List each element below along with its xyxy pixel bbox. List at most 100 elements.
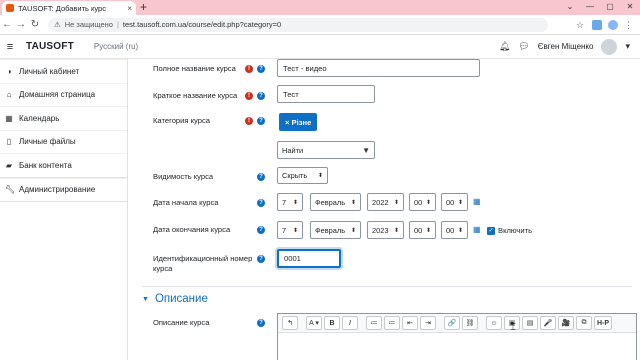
sidebar-item-dashboard[interactable]: ◑ Личный кабинет xyxy=(0,59,127,83)
category-search-select[interactable]: Найти ▼ xyxy=(277,141,375,159)
italic-icon[interactable]: I xyxy=(342,316,358,330)
messages-icon[interactable]: 💬︎ xyxy=(518,41,529,52)
bold-icon[interactable]: B xyxy=(324,316,340,330)
window-controls: ⌄ — ▢ ✕ xyxy=(560,0,640,14)
enddate-minute-select[interactable]: 00 ⬍ xyxy=(441,221,468,239)
sidebar-item-label: Банк контента xyxy=(19,160,72,170)
sidebar-item-calendar[interactable]: ▦ Календарь xyxy=(0,106,127,130)
extension-icon[interactable] xyxy=(592,19,602,30)
new-tab-button[interactable]: + xyxy=(140,1,147,14)
browser-menu-icon[interactable]: ⋮ xyxy=(624,20,634,30)
menu-hamburger-icon[interactable]: ≡ xyxy=(0,41,20,53)
enddate-hour-select[interactable]: 00 ⬍ xyxy=(409,221,436,239)
manage-files-icon[interactable]: ⧉ xyxy=(576,316,592,330)
enddate-year-select[interactable]: 2023 ⬍ xyxy=(367,221,404,239)
user-name[interactable]: Євген Міщенко xyxy=(538,42,594,51)
shortname-input[interactable]: Тест xyxy=(277,85,375,103)
enddate-hour: 00 xyxy=(414,225,423,235)
startdate-month: Февраль xyxy=(315,197,346,207)
select-caret-icon: ⬍ xyxy=(457,199,463,206)
emoji-icon[interactable]: ☺ xyxy=(486,316,502,330)
reload-icon[interactable]: ↻ xyxy=(28,19,42,30)
outdent-icon[interactable]: ⇤ xyxy=(402,316,418,330)
address-field[interactable]: ⚠ Не защищено | test.tausoft.com.ua/cour… xyxy=(48,17,548,32)
avatar[interactable] xyxy=(601,38,618,55)
maximize-icon[interactable]: ▢ xyxy=(600,0,620,14)
profile-icon[interactable] xyxy=(608,19,618,30)
browser-actions: ☆ ⋮ xyxy=(576,19,640,30)
help-icon[interactable]: ? xyxy=(257,65,265,73)
help-icon[interactable]: ? xyxy=(257,226,265,234)
visibility-value: Скрыть xyxy=(282,171,308,180)
media-icon[interactable]: ▤ xyxy=(522,316,538,330)
unordered-list-icon[interactable]: ≔ xyxy=(366,316,382,330)
record-audio-icon[interactable]: 🎤 xyxy=(540,316,556,330)
summary-editor[interactable]: ↰ A ▾ B I ≔ ≔ ⇤ ⇥ 🔗 ⛓ ☺ ▣ ▤ 🎤 🎥 ⧉ H-P xyxy=(277,313,637,360)
calendar-icon[interactable]: ▦ xyxy=(473,225,482,234)
startdate-hour-select[interactable]: 00 ⬍ xyxy=(409,193,436,211)
checkmark-icon[interactable]: ✓ xyxy=(487,226,495,235)
idnumber-input[interactable]: 0001 xyxy=(277,249,341,268)
required-icon[interactable]: ! xyxy=(245,92,253,100)
close-window-icon[interactable]: ✕ xyxy=(620,0,640,14)
indent-icon[interactable]: ⇥ xyxy=(420,316,436,330)
undo-icon[interactable]: ↰ xyxy=(282,316,298,330)
startdate-minute: 00 xyxy=(446,197,455,207)
help-icon[interactable]: ? xyxy=(257,117,265,125)
browser-tab-title: TAUSOFT: Добавить курс xyxy=(18,3,106,13)
section-header-description[interactable]: ▼ Описание xyxy=(142,293,208,305)
summary-label: Описание курса xyxy=(153,318,210,327)
font-style-icon[interactable]: A ▾ xyxy=(306,316,322,330)
sidebar-item-label: Личные файлы xyxy=(19,137,76,147)
startdate-month-select[interactable]: Февраль ⬍ xyxy=(310,193,361,211)
collapse-caret-icon[interactable]: ▼ xyxy=(142,296,149,303)
help-icon[interactable]: ? xyxy=(257,173,265,181)
sidebar-item-content-bank[interactable]: ▰ Банк контента xyxy=(0,153,127,177)
help-icon[interactable]: ? xyxy=(257,199,265,207)
help-icon[interactable]: ? xyxy=(257,92,265,100)
unlink-icon[interactable]: ⛓ xyxy=(462,316,478,330)
required-icon[interactable]: ! xyxy=(245,65,253,73)
record-video-icon[interactable]: 🎥 xyxy=(558,316,574,330)
idnumber-label: Идентификационный номер курса xyxy=(153,254,253,273)
minimize-icon[interactable]: — xyxy=(580,0,600,14)
sidebar-item-admin[interactable]: 🔧︎ Администрирование xyxy=(0,177,127,202)
select-caret-icon: ⬍ xyxy=(350,199,356,206)
visibility-select[interactable]: Скрыть ⬍ xyxy=(277,167,328,184)
browser-tab[interactable]: TAUSOFT: Добавить курс × xyxy=(2,1,136,15)
sidebar-item-files[interactable]: ▯ Личные файлы xyxy=(0,129,127,154)
chevron-down-icon[interactable]: ⌄ xyxy=(560,0,580,14)
enddate-month-select[interactable]: Февраль ⬍ xyxy=(310,221,361,239)
navbar-user-area: 🔔︎ 💬︎ Євген Міщенко ▾ xyxy=(499,38,640,55)
user-menu-chevron-down-icon[interactable]: ▾ xyxy=(625,41,630,52)
startdate-minute-select[interactable]: 00 ⬍ xyxy=(441,193,468,211)
startdate-year-select[interactable]: 2022 ⬍ xyxy=(367,193,404,211)
help-icon[interactable]: ? xyxy=(257,255,265,263)
home-icon: ⌂ xyxy=(6,90,12,100)
close-tab-icon[interactable]: × xyxy=(127,4,132,13)
forward-icon[interactable]: → xyxy=(14,19,28,30)
enddate-enable-checkbox[interactable]: ✓ Включить xyxy=(487,226,532,235)
enddate-day-select[interactable]: 7 ⬍ xyxy=(277,221,303,239)
enddate-label: Дата окончания курса xyxy=(153,225,231,234)
startdate-label: Дата начала курса xyxy=(153,198,219,207)
bookmark-star-icon[interactable]: ☆ xyxy=(576,20,586,30)
required-icon[interactable]: ! xyxy=(245,117,253,125)
warning-icon[interactable]: ⚠ xyxy=(54,20,61,29)
language-selector[interactable]: Русский (ru) xyxy=(94,42,138,51)
sidebar-item-label: Календарь xyxy=(19,113,60,123)
ordered-list-icon[interactable]: ≔ xyxy=(384,316,400,330)
link-icon[interactable]: 🔗 xyxy=(444,316,460,330)
category-chip[interactable]: × Різне xyxy=(279,113,318,131)
back-icon[interactable]: ← xyxy=(0,19,14,30)
h5p-icon[interactable]: H-P xyxy=(594,316,613,330)
help-icon[interactable]: ? xyxy=(257,319,265,327)
address-bar-row: ← → ↻ ⚠ Не защищено | test.tausoft.com.u… xyxy=(0,15,640,35)
notifications-bell-icon[interactable]: 🔔︎ xyxy=(499,41,510,52)
startdate-hour: 00 xyxy=(414,197,423,207)
startdate-day-select[interactable]: 7 ⬍ xyxy=(277,193,303,211)
sidebar-item-home[interactable]: ⌂ Домашняя страница xyxy=(0,82,127,107)
calendar-icon[interactable]: ▦ xyxy=(473,197,482,206)
fullname-input[interactable]: Тест - видео xyxy=(277,59,480,77)
site-brand[interactable]: TAUSOFT xyxy=(26,41,74,52)
